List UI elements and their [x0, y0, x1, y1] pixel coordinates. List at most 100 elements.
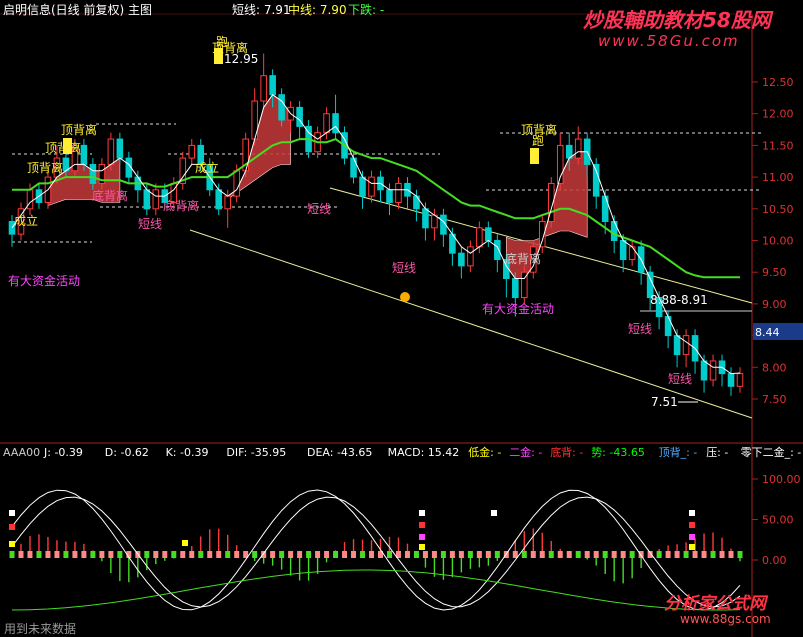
price-tick-label: 7.50 — [762, 393, 787, 406]
candle-body — [359, 176, 366, 197]
signal-block — [81, 551, 87, 558]
capital-activity-label: 有大资金活动 — [8, 273, 80, 288]
candle — [628, 240, 636, 266]
signal-block — [207, 551, 213, 558]
signal-block — [18, 551, 24, 558]
signal-block — [602, 551, 608, 558]
bottom-divergence-label: 底背离 — [505, 251, 541, 266]
candle — [134, 170, 142, 203]
indicator-legend-item: 势: -43.65 — [591, 446, 645, 459]
run-marker — [530, 148, 539, 164]
chart-annotations: 12.957.518.88-8.91有大资金活动有大资金活动跑跑顶背离顶背离顶背… — [8, 35, 708, 409]
indicator-legend-item: DIF: -35.95 — [226, 446, 286, 459]
signal-block — [279, 551, 285, 558]
indicator-legend-item: AAA00 — [3, 446, 40, 459]
candle-body — [476, 227, 483, 248]
indicator-legend-item: D: -0.62 — [105, 446, 149, 459]
signal-block — [575, 551, 581, 558]
signal-block — [324, 551, 330, 558]
candle — [556, 132, 564, 190]
signal-marker — [419, 522, 425, 528]
top-divergence-label: 顶背离 — [212, 40, 248, 55]
indicator-legend-item: 压: - — [706, 446, 728, 459]
candle-body — [269, 75, 276, 96]
signal-block — [117, 551, 123, 558]
candle — [377, 170, 384, 203]
signal-block — [701, 551, 707, 558]
candle-body — [233, 170, 240, 197]
watermark-url: www.58Gu.com — [598, 32, 740, 50]
candle-body — [395, 182, 402, 203]
indicator-legend-item: 二金: - — [509, 445, 542, 459]
signal-block — [198, 551, 204, 558]
watermark-title: 炒股輔助教材58股网 — [583, 8, 771, 32]
candle — [682, 329, 690, 368]
candle — [736, 367, 744, 393]
signal-block — [162, 551, 168, 558]
signal-block — [180, 551, 186, 558]
candle-body — [592, 163, 600, 197]
price-tick-label: 12.50 — [762, 76, 794, 89]
signal-block — [360, 551, 366, 558]
candle — [215, 183, 223, 216]
signal-block — [351, 551, 357, 558]
signal-block — [63, 551, 69, 558]
fall-readout: 下跌: - — [348, 3, 385, 17]
top-divergence-label: 顶背离 — [27, 160, 63, 175]
signal-block — [629, 551, 635, 558]
price-axis: 12.50 12.00 11.50 11.00 10.50 10.00 9.50 9.00 8.… — [752, 76, 803, 406]
candle-body — [278, 94, 285, 121]
signal-block — [494, 551, 500, 558]
signal-block — [638, 551, 644, 558]
indicator-tick-label: 0.00 — [762, 554, 787, 567]
candle-body — [727, 373, 735, 387]
candle-body — [260, 75, 267, 102]
candle-body — [350, 157, 357, 178]
candle — [350, 151, 357, 184]
signal-block — [737, 551, 743, 558]
signal-block — [99, 551, 105, 558]
signal-block — [548, 551, 554, 558]
indicator-legend-item: J: -0.39 — [43, 446, 83, 459]
candle — [395, 177, 402, 209]
signal-marker — [9, 524, 15, 530]
candle-body — [736, 373, 744, 387]
signal-marker — [491, 510, 497, 516]
k-curve — [11, 489, 741, 611]
signal-block — [593, 551, 599, 558]
signal-block — [431, 551, 437, 558]
signal-block — [369, 551, 375, 558]
signal-block — [306, 551, 312, 558]
future-data-note: 用到未来数据 — [4, 622, 77, 636]
signal-block — [90, 551, 96, 558]
candle-body — [323, 113, 330, 134]
signal-block — [557, 551, 563, 558]
candle-body — [610, 220, 618, 241]
candle — [251, 88, 258, 146]
candle-body — [467, 246, 474, 267]
signal-block — [719, 551, 725, 558]
signal-block — [27, 551, 33, 558]
candle-body — [152, 189, 160, 210]
candle-body — [89, 163, 97, 184]
candle-body — [485, 227, 492, 242]
candle-body — [215, 189, 223, 210]
signal-marker — [419, 544, 425, 550]
divergence-band — [47, 94, 588, 279]
signal-block — [333, 551, 339, 558]
candle-body — [574, 138, 582, 159]
signal-block — [485, 551, 491, 558]
established-label: 成立 — [195, 160, 219, 175]
short-line-label: 短线 — [392, 261, 416, 275]
indicator-legend-item: 顶背_: - — [659, 445, 698, 459]
candle-body — [422, 208, 429, 229]
signal-block — [611, 551, 617, 558]
signal-block — [530, 551, 536, 558]
candle — [727, 367, 735, 396]
signal-block — [413, 551, 419, 558]
short-line-label: 短线 — [138, 217, 162, 231]
candlestick-series — [8, 53, 744, 396]
price-tick-label: 9.00 — [762, 298, 787, 311]
indicator-legend-item: 底背: - — [550, 445, 583, 459]
indicator-tick-label: 50.00 — [762, 514, 794, 527]
